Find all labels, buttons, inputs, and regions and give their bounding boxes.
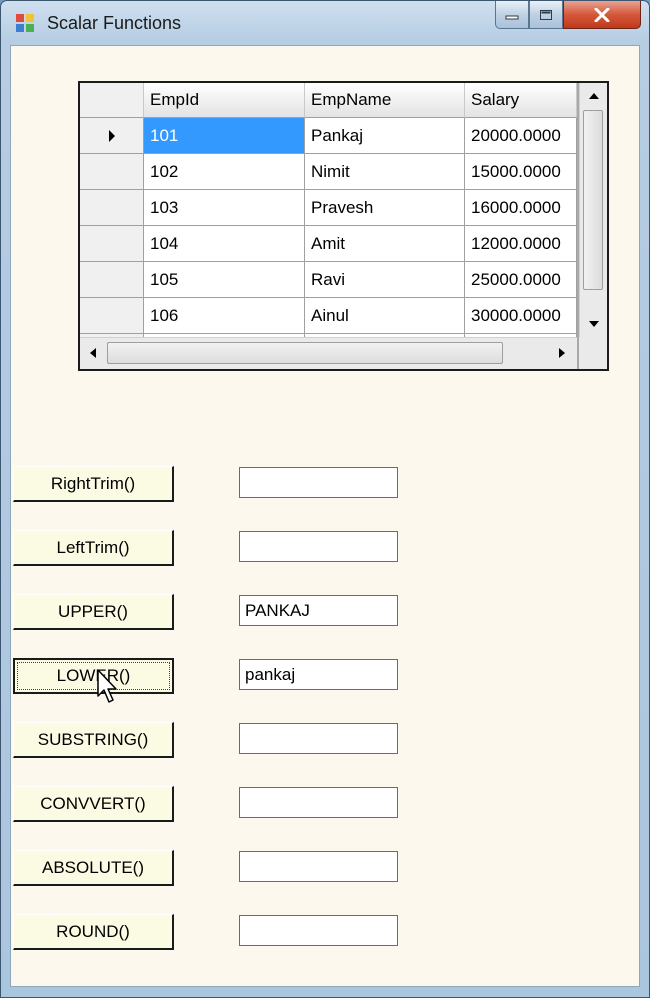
column-header-salary[interactable]: Salary	[465, 83, 577, 118]
cell-salary[interactable]: 25000.0000	[465, 262, 577, 298]
vertical-scrollbar[interactable]	[579, 83, 607, 337]
cell-empid[interactable]: 106	[144, 298, 305, 334]
row-header[interactable]	[80, 118, 144, 154]
cell-salary[interactable]: 30000.0000	[465, 298, 577, 334]
cell-salary[interactable]: 20000.0000	[465, 118, 577, 154]
arrow-down-icon	[588, 321, 599, 327]
cell-salary[interactable]: 16000.0000	[465, 190, 577, 226]
cell-empid[interactable]: 104	[144, 226, 305, 262]
cell-empid[interactable]: 102	[144, 154, 305, 190]
scroll-up-button[interactable]	[580, 83, 607, 109]
scroll-down-button[interactable]	[580, 311, 607, 337]
arrow-up-icon	[588, 93, 599, 99]
cell-salary[interactable]: 15000.0000	[465, 154, 577, 190]
table-row[interactable]: 103 Pravesh 16000.0000	[80, 190, 577, 226]
cell-salary[interactable]: 12000.0000	[465, 226, 577, 262]
caption-buttons	[495, 1, 641, 31]
table-row[interactable]: 105 Ravi 25000.0000	[80, 262, 577, 298]
cell-empname[interactable]: Nimit	[305, 154, 465, 190]
maximize-icon	[540, 9, 552, 20]
round-result-field[interactable]	[239, 915, 398, 946]
arrow-left-icon	[90, 348, 96, 358]
absolute-result-field[interactable]	[239, 851, 398, 882]
app-window: Scalar Functions EmpId EmpName Salary 10…	[0, 0, 650, 998]
table-row[interactable]: 106 Ainul 30000.0000	[80, 298, 577, 334]
grid-cells: EmpId EmpName Salary 101 Pankaj 20000.00…	[80, 83, 577, 337]
cell-empname[interactable]: Pravesh	[305, 190, 465, 226]
row-header[interactable]	[80, 298, 144, 334]
current-row-arrow-icon	[108, 129, 115, 142]
lower-button[interactable]: LOWER()	[13, 658, 174, 694]
upper-result-field[interactable]	[239, 595, 398, 626]
close-icon	[594, 7, 610, 22]
righttrim-result-field[interactable]	[239, 467, 398, 498]
cell-empname[interactable]: Ravi	[305, 262, 465, 298]
lower-result-field[interactable]	[239, 659, 398, 690]
cell-empid[interactable]: 101	[144, 118, 305, 154]
minimize-icon	[505, 15, 519, 19]
horizontal-scroll-thumb[interactable]	[107, 342, 503, 364]
cell-empid[interactable]: 105	[144, 262, 305, 298]
scrollbar-corner	[579, 337, 607, 369]
window-title: Scalar Functions	[47, 13, 182, 33]
maximize-button[interactable]	[529, 1, 563, 29]
cell-empid[interactable]: 103	[144, 190, 305, 226]
table-row[interactable]: 101 Pankaj 20000.0000	[80, 118, 577, 154]
employee-data-grid[interactable]: EmpId EmpName Salary 101 Pankaj 20000.00…	[78, 81, 609, 371]
cell-empname[interactable]: Pankaj	[305, 118, 465, 154]
scroll-right-button[interactable]	[549, 338, 575, 368]
vertical-scroll-thumb[interactable]	[583, 110, 603, 290]
minimize-button[interactable]	[495, 1, 529, 29]
table-row[interactable]: 104 Amit 12000.0000	[80, 226, 577, 262]
cell-empname[interactable]: Amit	[305, 226, 465, 262]
mouse-pointer-icon	[97, 669, 117, 703]
horizontal-scrollbar[interactable]	[80, 337, 577, 369]
form-client-area: EmpId EmpName Salary 101 Pankaj 20000.00…	[10, 45, 640, 987]
lefttrim-button[interactable]: LeftTrim()	[13, 530, 174, 566]
round-button[interactable]: ROUND()	[13, 914, 174, 950]
table-row[interactable]: 102 Nimit 15000.0000	[80, 154, 577, 190]
row-header[interactable]	[80, 190, 144, 226]
cell-empname[interactable]: Ainul	[305, 298, 465, 334]
forms-app-icon	[16, 14, 34, 32]
convert-result-field[interactable]	[239, 787, 398, 818]
righttrim-button[interactable]: RightTrim()	[13, 466, 174, 502]
scroll-left-button[interactable]	[80, 338, 106, 368]
row-header[interactable]	[80, 154, 144, 190]
grid-header-row: EmpId EmpName Salary	[80, 83, 577, 118]
column-header-empid[interactable]: EmpId	[144, 83, 305, 118]
row-header[interactable]	[80, 226, 144, 262]
convert-button[interactable]: CONVVERT()	[13, 786, 174, 822]
column-header-empname[interactable]: EmpName	[305, 83, 465, 118]
grid-corner-header[interactable]	[80, 83, 144, 118]
close-button[interactable]	[563, 1, 641, 29]
lefttrim-result-field[interactable]	[239, 531, 398, 562]
substring-result-field[interactable]	[239, 723, 398, 754]
upper-button[interactable]: UPPER()	[13, 594, 174, 630]
substring-button[interactable]: SUBSTRING()	[13, 722, 174, 758]
absolute-button[interactable]: ABSOLUTE()	[13, 850, 174, 886]
title-bar[interactable]: Scalar Functions	[1, 1, 649, 45]
row-header[interactable]	[80, 262, 144, 298]
arrow-right-icon	[559, 348, 565, 358]
